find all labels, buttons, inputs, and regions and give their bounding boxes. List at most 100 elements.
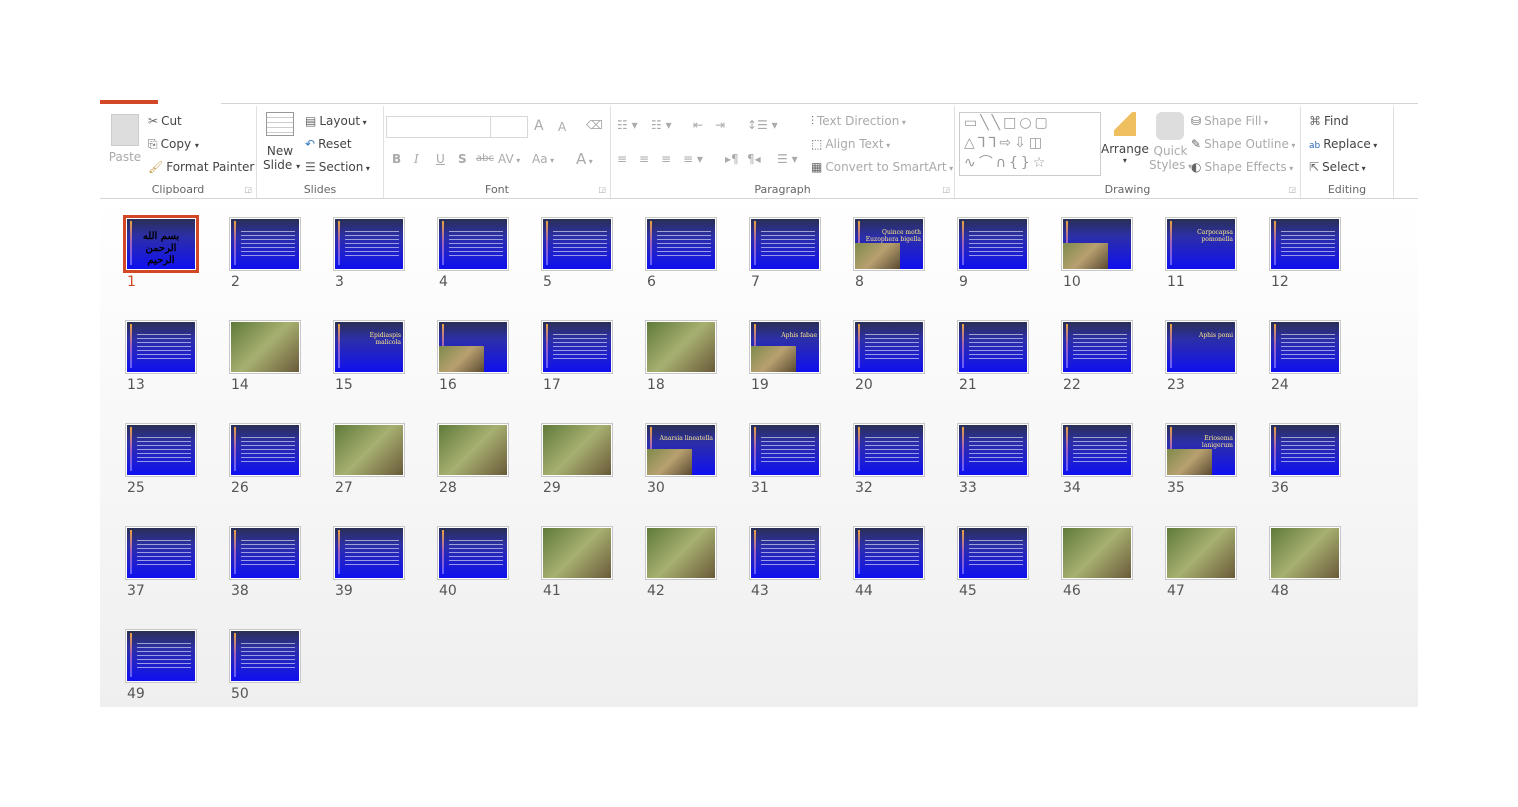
strikethrough-button[interactable]: abc — [476, 153, 494, 164]
arrange-button[interactable]: Arrange ▾ — [1101, 112, 1149, 165]
slide-thumbnail[interactable]: 16 — [437, 320, 513, 400]
dialog-launcher-icon[interactable]: ◲ — [598, 185, 606, 194]
slide-preview[interactable] — [229, 526, 301, 580]
font-size-dropdown[interactable] — [490, 116, 528, 138]
slide-thumbnail[interactable]: Quince moth Euzophera bigella 8 — [853, 217, 929, 297]
slide-preview[interactable] — [645, 217, 717, 271]
slide-preview[interactable] — [1269, 423, 1341, 477]
paste-button[interactable]: Paste — [108, 114, 142, 164]
slide-thumbnail[interactable]: 47 — [1165, 526, 1241, 606]
slide-thumbnail[interactable]: 34 — [1061, 423, 1137, 503]
shadow-button[interactable]: S — [458, 152, 467, 166]
slide-preview[interactable] — [125, 423, 197, 477]
slide-preview[interactable] — [541, 423, 613, 477]
numbering-icon[interactable]: ☷ ▾ — [651, 118, 672, 132]
shrink-font-button[interactable]: A — [558, 120, 566, 134]
slide-thumbnail[interactable]: 33 — [957, 423, 1033, 503]
slide-preview[interactable] — [957, 320, 1029, 374]
increase-indent-icon[interactable]: ⇥ — [715, 118, 725, 132]
slide-thumbnail[interactable]: 20 — [853, 320, 929, 400]
slide-thumbnail[interactable]: 27 — [333, 423, 409, 503]
slide-thumbnail[interactable]: 49 — [125, 629, 201, 709]
bold-button[interactable]: B — [392, 152, 401, 166]
align-center-icon[interactable]: ≡ — [639, 152, 649, 166]
shape-effects-button[interactable]: ◐ Shape Effects ▾ — [1191, 160, 1293, 174]
slide-preview[interactable]: Carpocapsa pomonella — [1165, 217, 1237, 271]
slide-preview[interactable]: Aphis pomi — [1165, 320, 1237, 374]
slide-preview[interactable] — [957, 423, 1029, 477]
slide-thumbnail[interactable]: 2 — [229, 217, 305, 297]
slide-preview[interactable]: Eriosoma lanigerum — [1165, 423, 1237, 477]
slide-thumbnail[interactable]: 36 — [1269, 423, 1345, 503]
dialog-launcher-icon[interactable]: ◲ — [942, 185, 950, 194]
slide-thumbnail[interactable]: 14 — [229, 320, 305, 400]
slide-thumbnail[interactable]: Aphis pomi 23 — [1165, 320, 1241, 400]
align-left-icon[interactable]: ≡ — [617, 152, 627, 166]
slide-thumbnail[interactable]: Epidiaspis malicola 15 — [333, 320, 409, 400]
slide-preview[interactable] — [437, 217, 509, 271]
select-button[interactable]: ⇱ Select ▾ — [1309, 160, 1366, 174]
slide-preview[interactable] — [333, 423, 405, 477]
reset-button[interactable]: ↶ Reset — [305, 137, 352, 151]
slide-preview[interactable] — [1165, 526, 1237, 580]
slide-thumbnail[interactable]: 37 — [125, 526, 201, 606]
slide-preview[interactable]: Epidiaspis malicola — [333, 320, 405, 374]
slide-preview[interactable] — [749, 217, 821, 271]
bullets-icon[interactable]: ☷ ▾ — [617, 118, 638, 132]
slide-preview[interactable] — [853, 526, 925, 580]
slide-preview[interactable] — [1061, 217, 1133, 271]
slide-thumbnail[interactable]: 9 — [957, 217, 1033, 297]
cut-button[interactable]: ✂ Cut — [148, 114, 182, 128]
align-right-icon[interactable]: ≡ — [661, 152, 671, 166]
shapes-gallery[interactable]: ▭╲╲□○▢ △⅂⅂⇨⇩◫ ∿⌒∩{}☆ — [959, 112, 1101, 176]
shape-fill-button[interactable]: ⛁ Shape Fill ▾ — [1191, 114, 1268, 128]
slide-thumbnail[interactable]: 48 — [1269, 526, 1345, 606]
slide-thumbnail[interactable]: 32 — [853, 423, 929, 503]
slide-preview[interactable] — [541, 217, 613, 271]
slide-preview[interactable] — [541, 320, 613, 374]
change-case-button[interactable]: Aa ▾ — [532, 152, 554, 166]
italic-button[interactable]: I — [414, 152, 419, 166]
slide-thumbnail[interactable]: 24 — [1269, 320, 1345, 400]
slide-thumbnail[interactable]: 13 — [125, 320, 201, 400]
shape-outline-button[interactable]: ✎ Shape Outline ▾ — [1191, 137, 1295, 151]
dialog-launcher-icon[interactable]: ◲ — [244, 185, 252, 194]
clear-formatting-icon[interactable]: ⌫ — [586, 118, 603, 132]
slide-thumbnail[interactable]: 22 — [1061, 320, 1137, 400]
slide-thumbnail[interactable]: 38 — [229, 526, 305, 606]
slide-preview[interactable]: بسم الله الرحمن الرحیم — [123, 215, 199, 273]
slide-thumbnail[interactable]: Carpocapsa pomonella 11 — [1165, 217, 1241, 297]
slide-preview[interactable] — [1061, 320, 1133, 374]
slide-thumbnail[interactable]: 31 — [749, 423, 825, 503]
slide-thumbnail[interactable]: 4 — [437, 217, 513, 297]
slide-preview[interactable] — [749, 423, 821, 477]
rtl-icon[interactable]: ¶◂ — [747, 152, 761, 166]
font-name-dropdown[interactable] — [386, 116, 492, 138]
slide-thumbnail[interactable]: 28 — [437, 423, 513, 503]
slide-preview[interactable] — [437, 423, 509, 477]
slide-thumbnail[interactable]: 42 — [645, 526, 721, 606]
slide-thumbnail[interactable]: 26 — [229, 423, 305, 503]
find-button[interactable]: ⌘ Find — [1309, 114, 1349, 128]
align-text-button[interactable]: ⬚ Align Text ▾ — [811, 137, 890, 151]
slide-preview[interactable] — [1061, 423, 1133, 477]
slide-preview[interactable] — [1269, 526, 1341, 580]
slide-thumbnail[interactable]: 44 — [853, 526, 929, 606]
slide-thumbnail[interactable]: 39 — [333, 526, 409, 606]
convert-smartart-button[interactable]: ▦ Convert to SmartArt ▾ — [811, 160, 953, 174]
slide-preview[interactable] — [229, 320, 301, 374]
dialog-launcher-icon[interactable]: ◲ — [1288, 185, 1296, 194]
slide-thumbnail[interactable]: 10 — [1061, 217, 1137, 297]
slide-preview[interactable] — [229, 423, 301, 477]
quick-styles-button[interactable]: Quick Styles ▾ — [1149, 112, 1192, 172]
slide-thumbnail[interactable]: 21 — [957, 320, 1033, 400]
replace-button[interactable]: ab Replace ▾ — [1309, 137, 1377, 151]
layout-button[interactable]: ▤ Layout ▾ — [305, 114, 367, 128]
slide-preview[interactable] — [437, 526, 509, 580]
slide-preview[interactable] — [333, 526, 405, 580]
slide-thumbnail[interactable]: 46 — [1061, 526, 1137, 606]
slide-preview[interactable] — [853, 423, 925, 477]
slide-preview[interactable]: Anarsia lineatella — [645, 423, 717, 477]
slide-sorter-panel[interactable]: بسم الله الرحمن الرحیم 1 2 3 4 5 6 7 Quince moth… — [100, 199, 1418, 707]
slide-thumbnail[interactable]: Eriosoma lanigerum 35 — [1165, 423, 1241, 503]
